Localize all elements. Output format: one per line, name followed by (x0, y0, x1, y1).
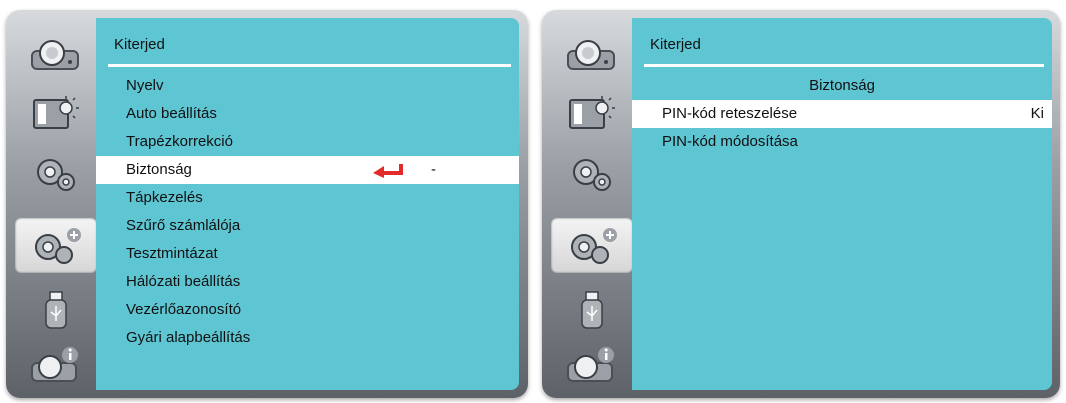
menu-item-value: Ki (1030, 105, 1044, 122)
info-icon[interactable] (551, 336, 633, 391)
picture-icon[interactable] (15, 85, 97, 140)
menu-title: Kiterjed (650, 36, 701, 53)
submenu-heading: Biztonság (809, 77, 875, 94)
menu-item-keystone[interactable]: Trapézkorrekció (96, 128, 519, 156)
setup-icon[interactable] (15, 146, 97, 201)
menu-item-network-settings[interactable]: Hálózati beállítás (96, 268, 519, 296)
menu-item-control-id[interactable]: Vezérlőazonosító (96, 296, 519, 324)
menu-item-pin-change[interactable]: PIN-kód módosítása (632, 128, 1052, 156)
category-sidebar (548, 18, 636, 390)
category-sidebar (12, 18, 100, 390)
title-divider (108, 64, 511, 67)
menu-item-label: Trapézkorrekció (126, 133, 233, 150)
menu-item-label: Tesztmintázat (126, 245, 218, 262)
menu-item-value: - (431, 161, 436, 178)
menu-item-test-pattern[interactable]: Tesztmintázat (96, 240, 519, 268)
left-osd-screen: Kiterjed Nyelv Auto beállítás Trapézkorr… (6, 10, 528, 398)
menu-item-label: Biztonság (126, 161, 192, 178)
source-icon[interactable] (15, 26, 97, 81)
menu-item-security[interactable]: Biztonság - (96, 156, 519, 184)
menu-item-label: Nyelv (126, 77, 164, 94)
menu-item-label: PIN-kód reteszelése (662, 105, 798, 122)
usb-icon[interactable] (551, 283, 633, 338)
usb-icon[interactable] (15, 283, 97, 338)
menu-item-label: Szűrő számlálója (126, 217, 241, 234)
menu-item-label: Vezérlőazonosító (126, 301, 242, 318)
info-icon[interactable] (15, 336, 97, 391)
menu-item-filter-counter[interactable]: Szűrő számlálója (96, 212, 519, 240)
source-icon[interactable] (551, 26, 633, 81)
menu-title: Kiterjed (114, 36, 165, 53)
menu-item-label: PIN-kód módosítása (662, 133, 798, 150)
menu-item-power-management[interactable]: Tápkezelés (96, 184, 519, 212)
right-osd-screen: Kiterjed Biztonság PIN-kód reteszelése K… (542, 10, 1060, 398)
setup-icon[interactable] (551, 146, 633, 201)
enter-arrow-icon (373, 164, 403, 178)
menu-item-label: Gyári alapbeállítás (126, 329, 251, 346)
menu-item-pin-lock[interactable]: PIN-kód reteszelése Ki (632, 100, 1052, 128)
menu-item-language[interactable]: Nyelv (96, 72, 519, 100)
submenu-panel: Kiterjed Biztonság PIN-kód reteszelése K… (632, 18, 1052, 390)
menu-panel: Kiterjed Nyelv Auto beállítás Trapézkorr… (96, 18, 519, 390)
extended-setup-icon[interactable] (15, 218, 97, 273)
menu-item-label: Auto beállítás (126, 105, 217, 122)
title-divider (644, 64, 1044, 67)
menu-item-auto-setup[interactable]: Auto beállítás (96, 100, 519, 128)
picture-icon[interactable] (551, 85, 633, 140)
extended-setup-icon[interactable] (551, 218, 633, 273)
menu-item-label: Tápkezelés (126, 189, 203, 206)
menu-item-label: Hálózati beállítás (126, 273, 241, 290)
menu-item-factory-default[interactable]: Gyári alapbeállítás (96, 324, 519, 352)
